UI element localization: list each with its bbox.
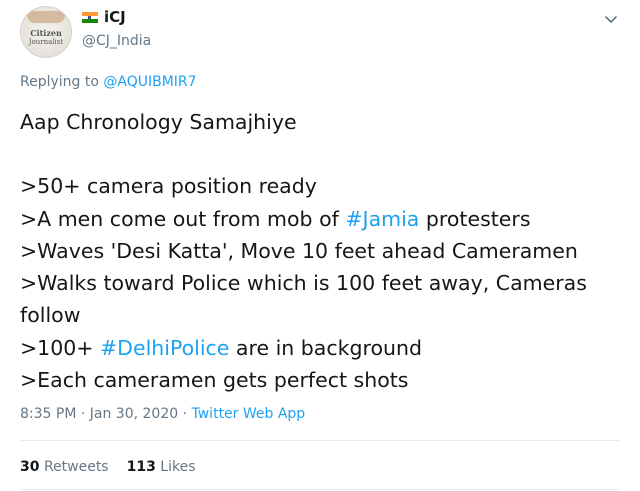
tweet-text-segment: >A men come out from mob of [20,206,346,231]
hashtag-link[interactable]: #DelhiPolice [100,336,229,360]
retweets-label: Retweets [43,459,109,475]
replying-to: Replying to @AQUIBMIR7 [20,74,197,90]
tweet-text-segment: >Waves 'Desi Katta', Move 10 feet ahead … [20,238,578,263]
tweet-text-segment: Aap Chronology Samajhiye [20,110,297,134]
tweet-text-line: Aap Chronology Samajhiye [20,106,625,138]
tweet-text-segment: follow [20,303,81,328]
hashtag-link[interactable]: #Jamia [345,207,419,231]
tweet-text-segment: protesters [419,206,531,231]
replying-to-label: Replying to [20,74,104,90]
avatar-logo-line1: Citizen [30,28,62,38]
tweet-text-line: >A men come out from mob of #Jamia prote… [20,203,625,235]
display-name[interactable]: iCJ [104,8,126,26]
user-handle[interactable]: @CJ_India [82,33,151,49]
reply-mention-link[interactable]: @AQUIBMIR7 [103,74,196,90]
tweet-text-segment: >Each cameramen gets perfect shots [20,368,409,393]
tweet-meta: 8:35 PM · Jan 30, 2020 · Twitter Web App [20,406,305,422]
avatar-paint-splash [27,11,65,23]
tweet-text-segment: >Walks toward Police which is 100 feet a… [20,271,587,296]
chevron-down-icon[interactable] [605,16,617,24]
tweet-text-line: >100+ #DelhiPolice are in background [20,332,625,364]
likes-stat[interactable]: 113 Likes [127,459,196,475]
tweet-text-line: follow [20,299,625,331]
tweet-text-line: >Walks toward Police which is 100 feet a… [20,267,625,299]
source-app-link[interactable]: Twitter Web App [192,406,306,422]
retweets-count: 30 [20,459,40,475]
divider [20,489,620,490]
india-flag-icon [82,12,98,23]
tweet-text-line: >Each cameramen gets perfect shots [20,364,625,396]
tweet-text-segment: >50+ camera position ready [20,174,317,199]
tweet-text-segment: are in background [229,335,423,360]
tweet-text-segment: >100+ [20,335,100,360]
tweet-card: Citizen Journalist iCJ @CJ_India Replyin… [0,0,640,491]
avatar[interactable]: Citizen Journalist [20,6,72,58]
tweet-text-line: >50+ camera position ready [20,170,625,202]
engagement-stats: 30 Retweets 113 Likes [20,459,196,475]
likes-count: 113 [126,459,156,475]
divider [20,440,620,441]
timestamp[interactable]: 8:35 PM · Jan 30, 2020 · [20,406,192,422]
likes-label: Likes [160,459,196,475]
tweet-text: Aap Chronology Samajhiye >50+ camera posi… [20,106,625,396]
retweets-stat[interactable]: 30 Retweets [20,459,109,475]
avatar-logo-line2: Journalist [28,38,64,46]
tweet-text-line: >Waves 'Desi Katta', Move 10 feet ahead … [20,235,625,267]
